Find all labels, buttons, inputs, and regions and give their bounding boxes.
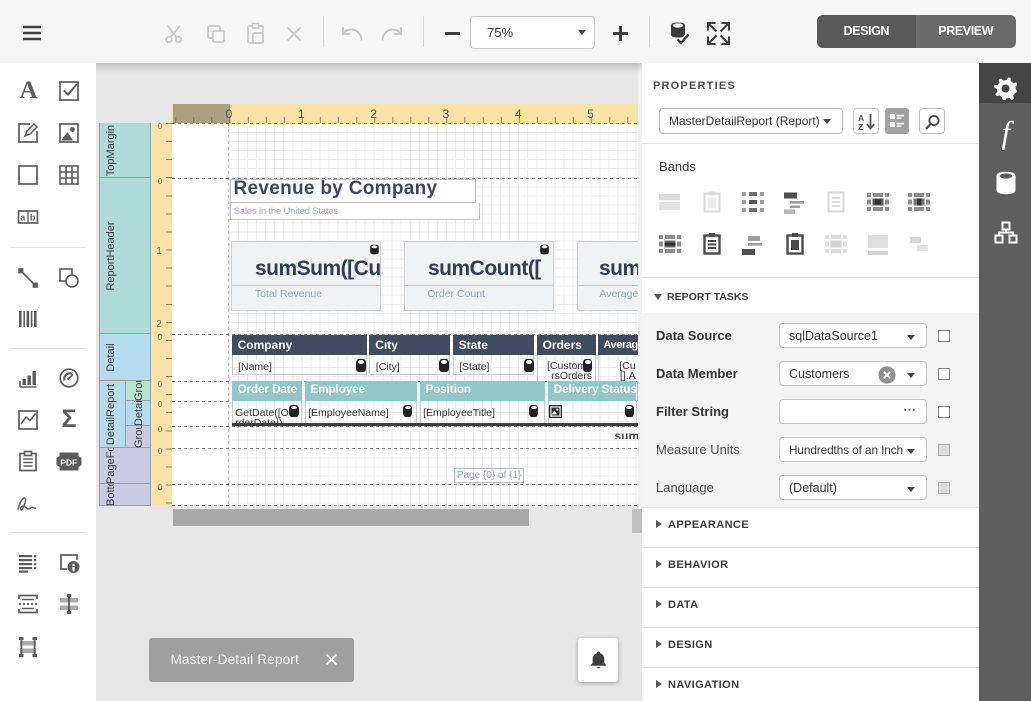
svg-text:Z: Z bbox=[858, 122, 863, 132]
svg-text:b: b bbox=[30, 213, 36, 223]
svg-text:f: f bbox=[1002, 115, 1015, 150]
svg-text:PDF: PDF bbox=[60, 458, 77, 468]
svg-text:a: a bbox=[20, 213, 26, 223]
